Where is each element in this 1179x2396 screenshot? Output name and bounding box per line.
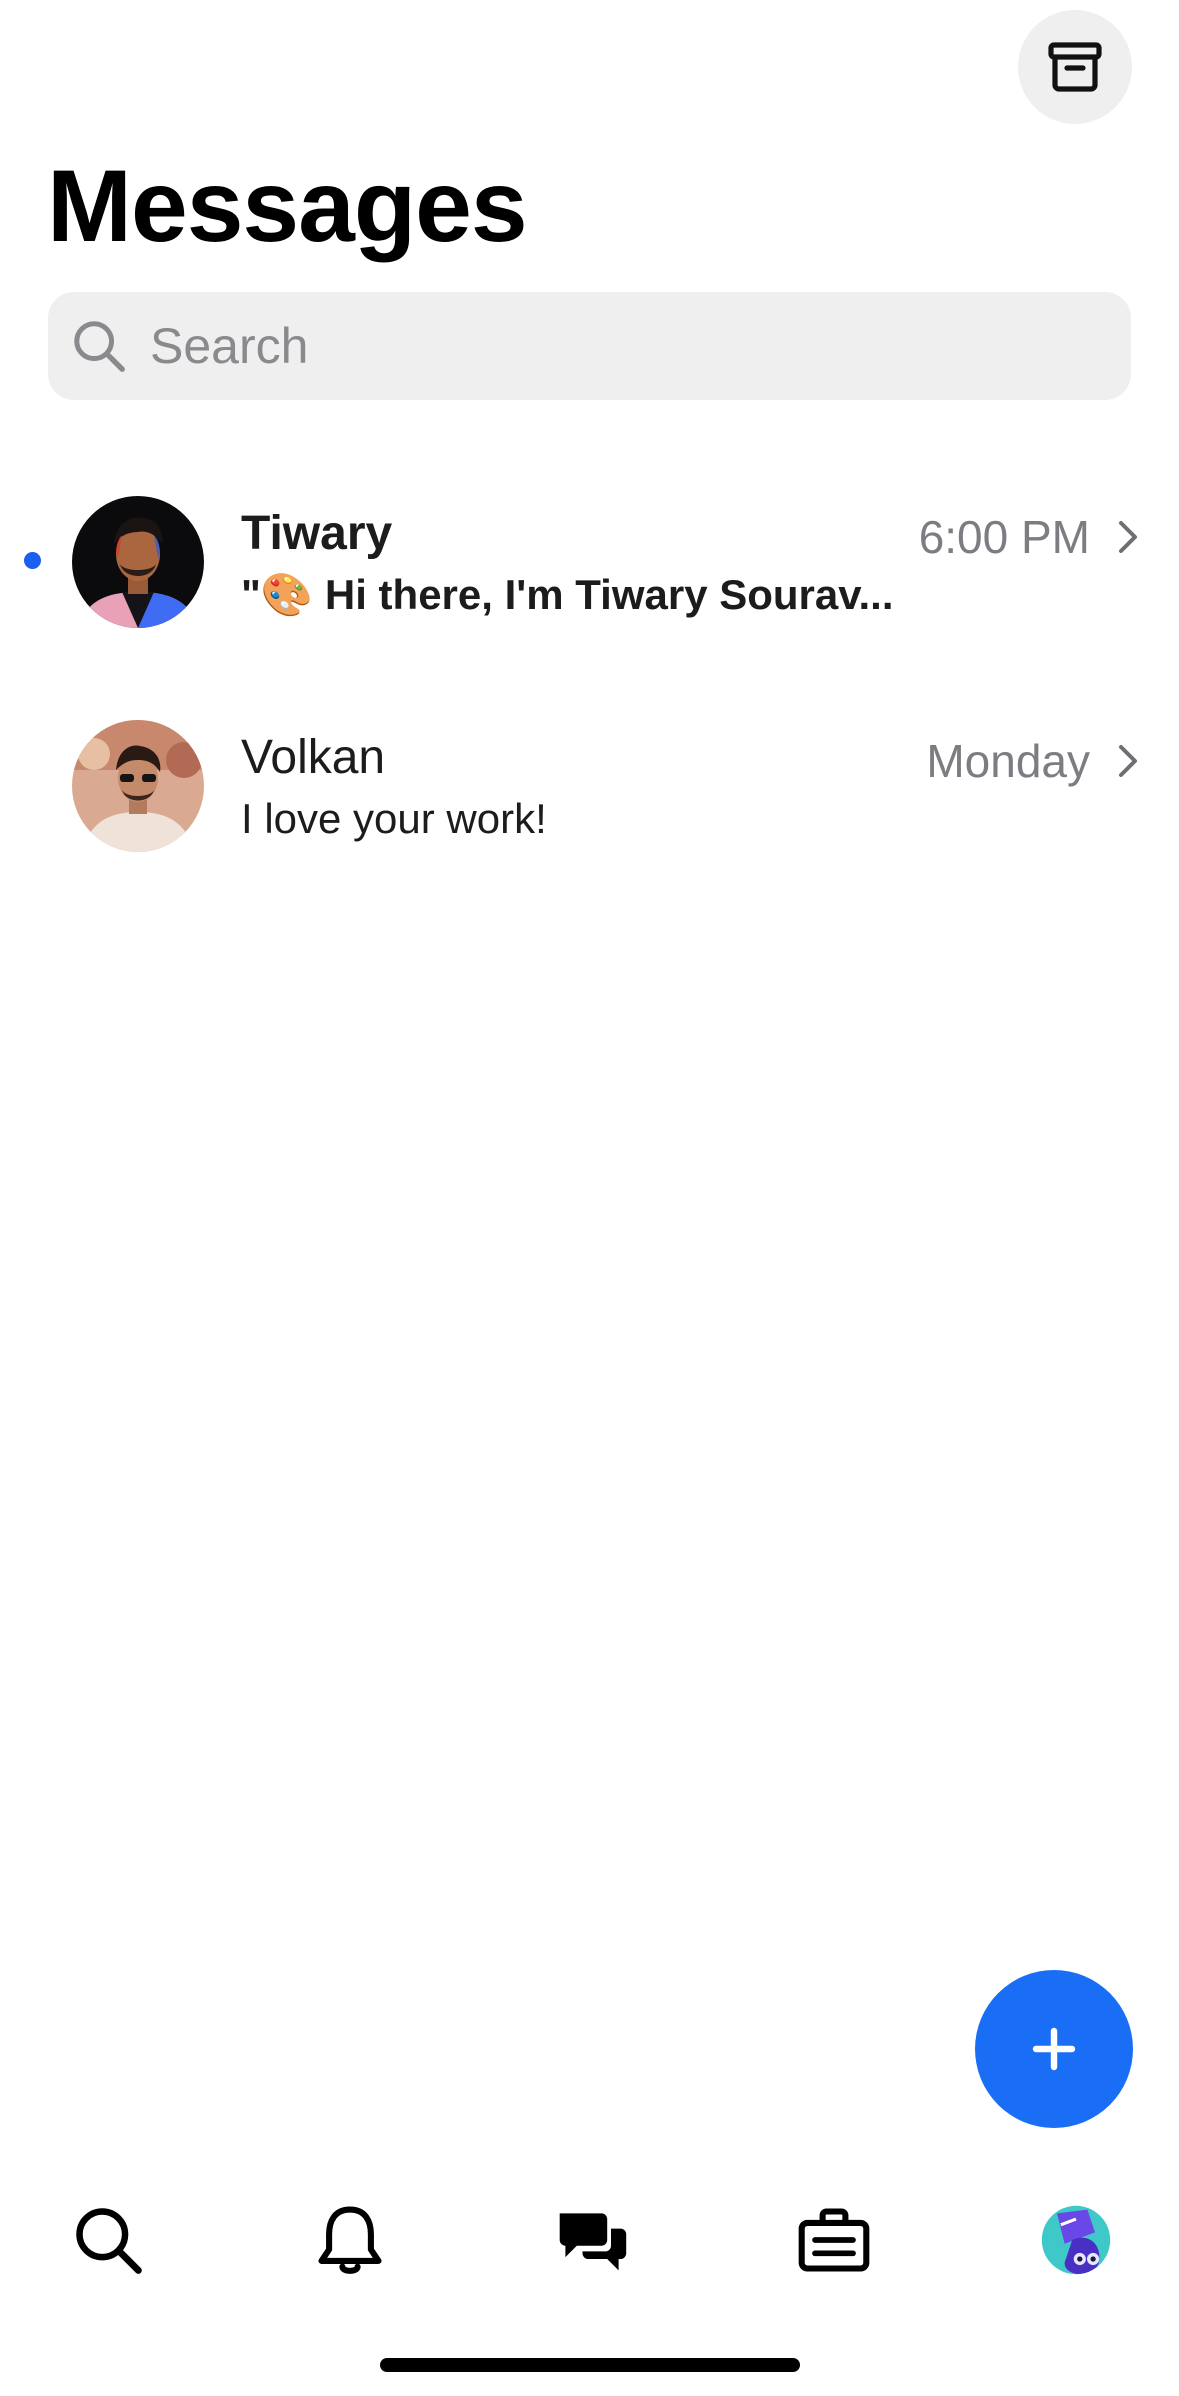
plus-icon: [1032, 2027, 1076, 2071]
message-preview: "🎨 Hi there, I'm Tiwary Sourav...: [241, 571, 894, 618]
message-time: 6:00 PM: [918, 511, 1090, 563]
tab-profile[interactable]: [1036, 2200, 1116, 2280]
new-message-button[interactable]: [975, 1970, 1133, 2128]
unread-indicator: [24, 552, 41, 569]
briefcase-icon: [798, 2208, 870, 2272]
tab-notifications[interactable]: [310, 2200, 390, 2280]
chevron-right-icon: [1119, 521, 1137, 553]
contact-name: Tiwary: [241, 507, 393, 560]
tab-messages[interactable]: [552, 2200, 632, 2280]
tab-bar: [0, 2180, 1179, 2290]
chat-bubbles-icon: [559, 2213, 627, 2271]
contact-name: Volkan: [241, 731, 386, 784]
archive-button[interactable]: [1018, 10, 1132, 124]
search-input[interactable]: [148, 316, 1052, 376]
message-preview: I love your work!: [241, 795, 547, 842]
conversation-row-tiwary[interactable]: Tiwary "🎨 Hi there, I'm Tiwary Sourav...…: [0, 460, 1179, 660]
tab-jobs[interactable]: [794, 2200, 874, 2280]
home-indicator: [380, 2358, 800, 2372]
search-bar[interactable]: [48, 292, 1131, 400]
search-icon: [74, 321, 125, 372]
tab-search[interactable]: [68, 2200, 148, 2280]
archive-box-icon: [1048, 42, 1102, 92]
message-time: Monday: [926, 735, 1090, 787]
page-title: Messages: [47, 149, 528, 263]
magnifier-icon: [76, 2208, 142, 2274]
chevron-right-icon: [1119, 745, 1137, 777]
conversation-row-volkan[interactable]: Volkan I love your work! Monday: [0, 684, 1179, 884]
bell-icon: [318, 2206, 382, 2274]
avatar-icon: [1041, 2205, 1111, 2275]
avatar: [72, 496, 204, 628]
avatar: [72, 720, 204, 852]
